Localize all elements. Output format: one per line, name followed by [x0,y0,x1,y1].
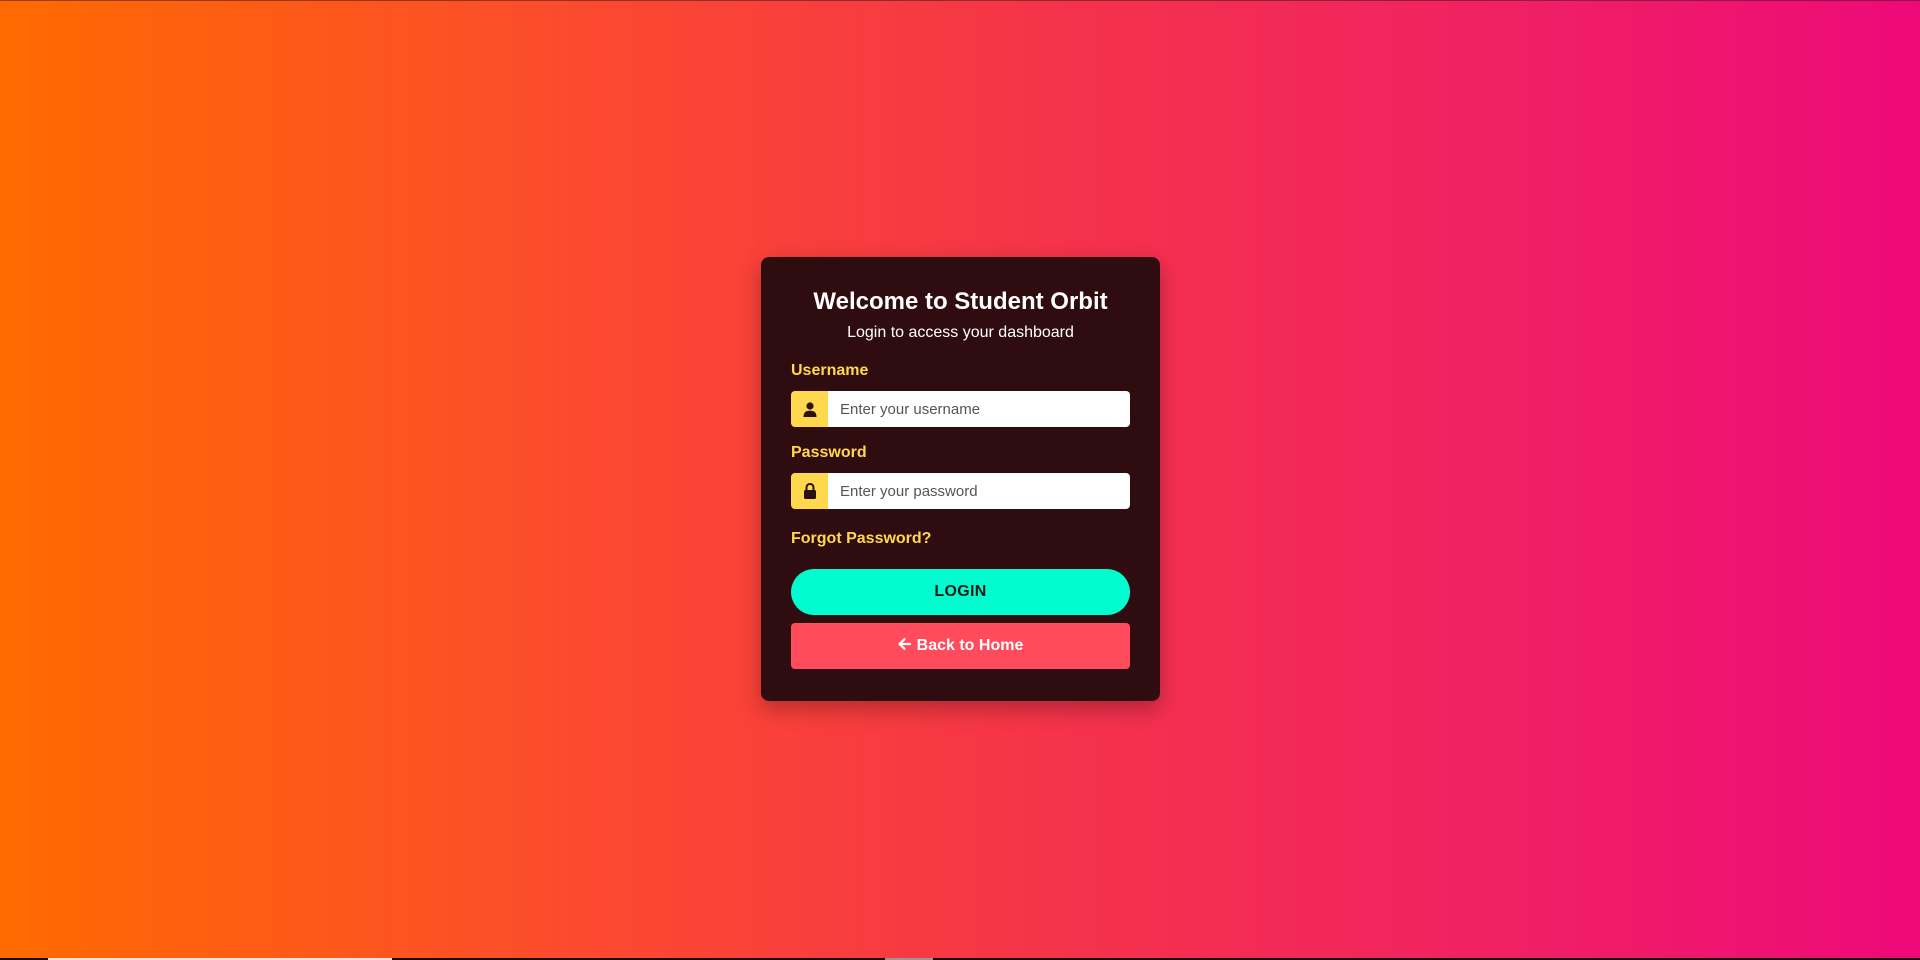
password-input-group [791,473,1130,509]
back-to-home-button[interactable]: Back to Home [791,623,1130,669]
lock-icon [791,473,828,509]
username-input[interactable] [828,391,1130,427]
username-input-group [791,391,1130,427]
forgot-password-link[interactable]: Forgot Password? [791,529,931,549]
login-button[interactable]: LOGIN [791,569,1130,615]
page-subtitle: Login to access your dashboard [847,324,1074,341]
page-title: Welcome to Student Orbit [813,288,1108,315]
arrow-left-icon [898,637,911,655]
user-icon [791,391,828,427]
login-form: Username Password Forgot Password? LOGIN [791,361,1130,669]
username-label: Username [791,362,869,379]
password-label: Password [791,444,867,461]
password-input[interactable] [828,473,1130,509]
top-border [0,0,1920,1]
login-card: Welcome to Student Orbit Login to access… [761,257,1160,701]
back-to-home-label: Back to Home [916,637,1024,654]
